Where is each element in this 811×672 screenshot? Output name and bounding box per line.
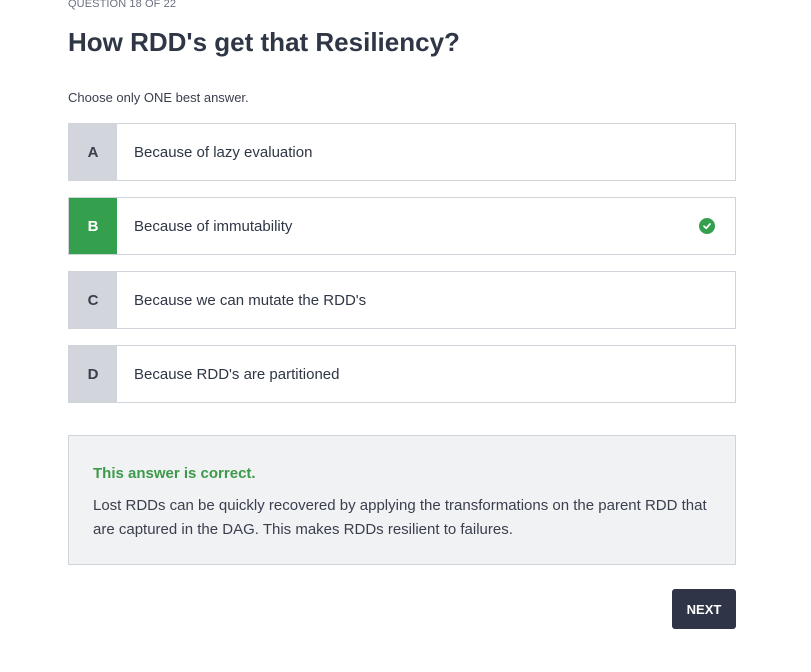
question-counter: QUESTION 18 OF 22 [68, 0, 177, 10]
check-circle-icon [699, 218, 715, 234]
answer-option-b[interactable]: B Because of immutability [68, 197, 736, 255]
option-letter-d: D [69, 346, 117, 402]
answer-feedback-panel: This answer is correct. Lost RDDs can be… [68, 435, 736, 565]
option-letter-a: A [69, 124, 117, 180]
feedback-status: This answer is correct. [93, 465, 256, 482]
answer-option-a[interactable]: A Because of lazy evaluation [68, 123, 736, 181]
option-text-d: Because RDD's are partitioned [134, 365, 340, 383]
answer-instruction: Choose only ONE best answer. [68, 90, 249, 105]
option-text-b: Because of immutability [134, 217, 293, 235]
option-letter-b: B [69, 198, 117, 254]
feedback-explanation: Lost RDDs can be quickly recovered by ap… [93, 497, 707, 538]
question-title: How RDD's get that Resiliency? [68, 27, 460, 57]
option-letter-c: C [69, 272, 117, 328]
option-text-c: Because we can mutate the RDD's [134, 291, 367, 309]
next-button[interactable]: NEXT [672, 589, 736, 629]
answer-option-d[interactable]: D Because RDD's are partitioned [68, 345, 736, 403]
answer-option-c[interactable]: C Because we can mutate the RDD's [68, 271, 736, 329]
checkmark-glyph [703, 223, 711, 230]
option-text-a: Because of lazy evaluation [134, 143, 313, 161]
